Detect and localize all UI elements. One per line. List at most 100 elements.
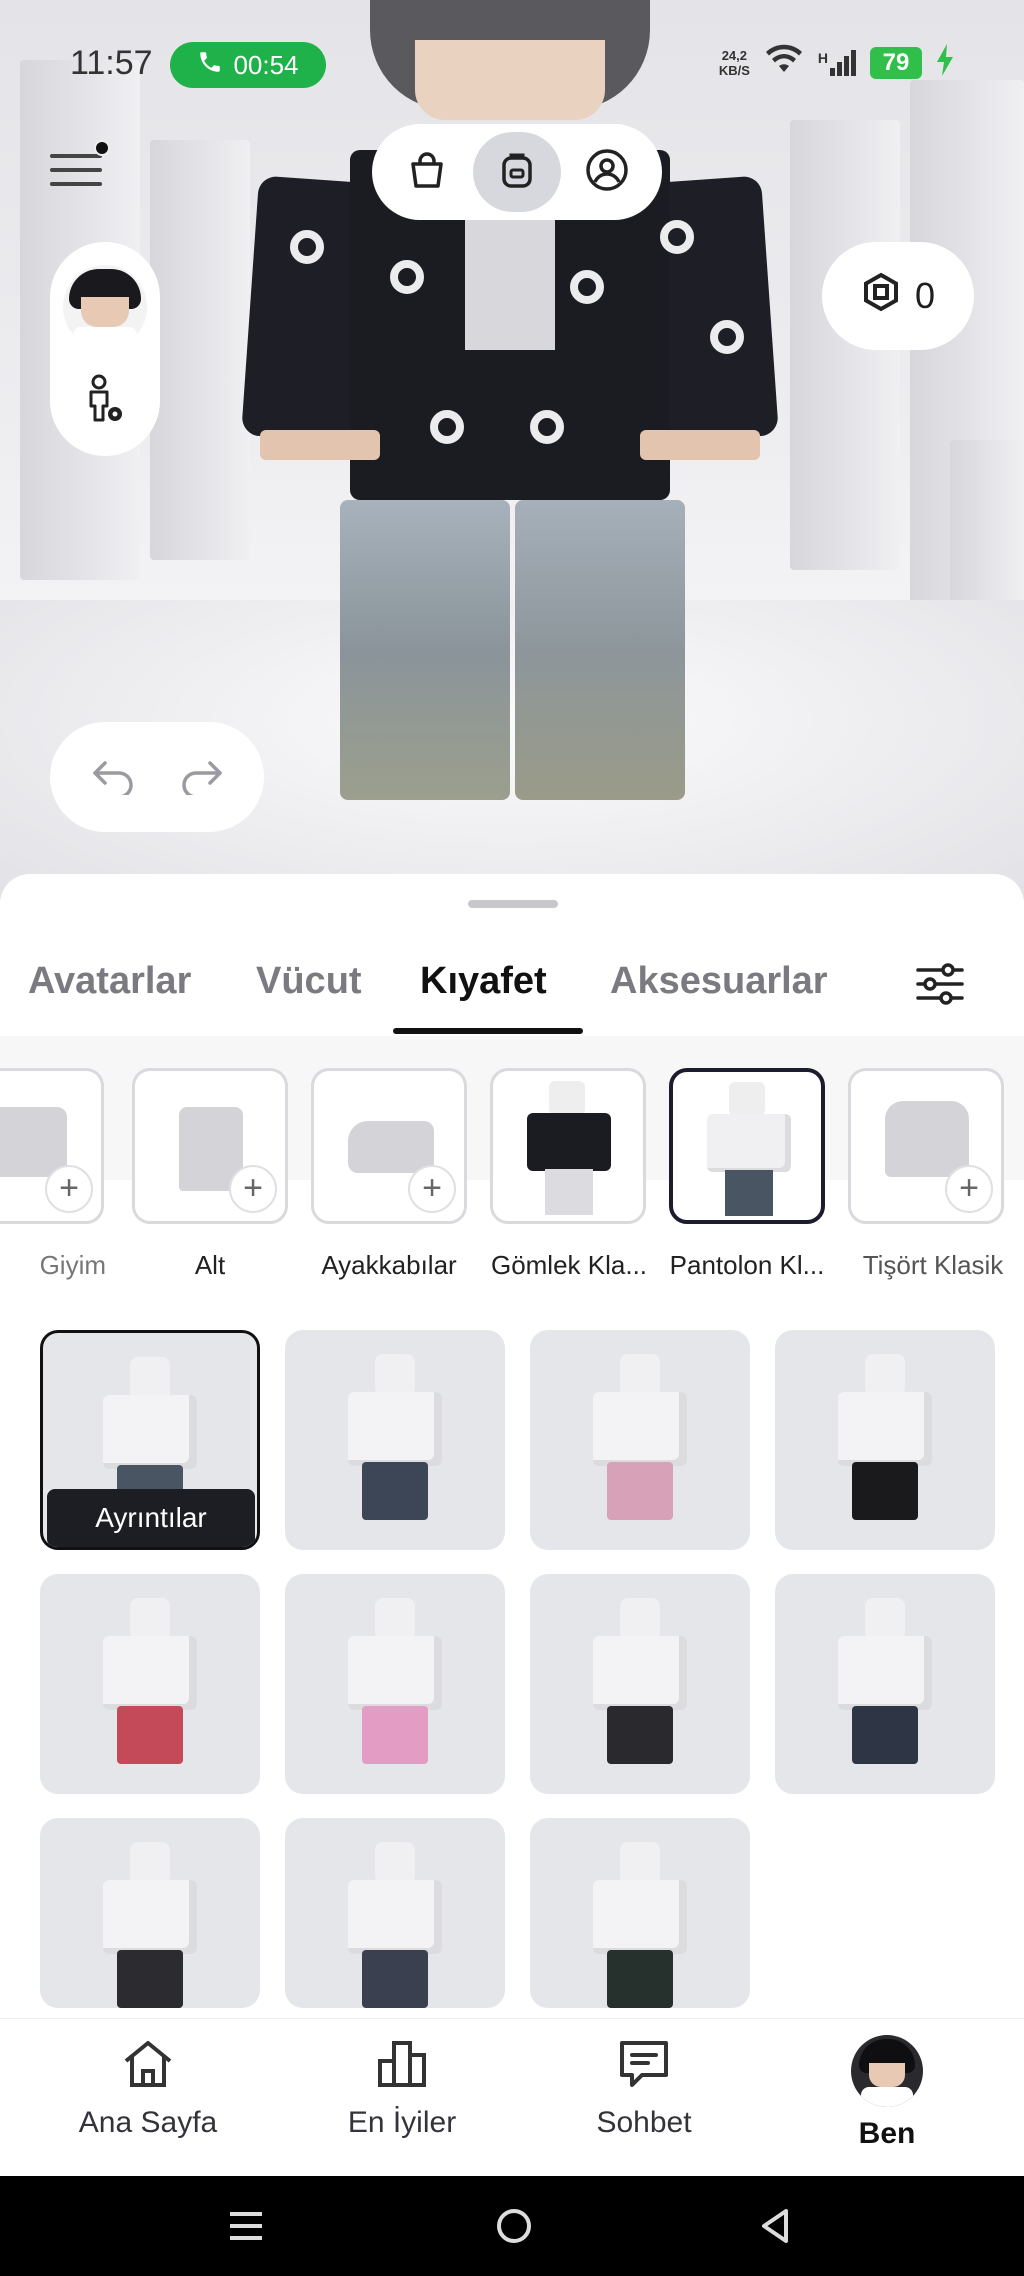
sliders-icon (912, 963, 968, 1016)
outfit-item-thumbnail (330, 1598, 460, 1768)
redo-icon (178, 760, 224, 799)
outfit-item-thumbnail (820, 1354, 950, 1524)
tabs-fade (860, 954, 910, 1024)
outfit-item-card[interactable]: Ayrıntılar (40, 1330, 260, 1550)
cell-signal-icon: H (817, 49, 856, 76)
subcategory-label-pantolon: Pantolon Kl... (669, 1250, 825, 1280)
tab-avatarlar[interactable]: Avatarlar (28, 960, 191, 1003)
outfit-item-card[interactable] (530, 1818, 750, 2008)
bottom-navigation: Ana Sayfa En İyiler Sohbet Ben (0, 2018, 1024, 2176)
undo-redo-controls (50, 722, 264, 832)
outfit-item-card[interactable] (285, 1574, 505, 1794)
plus-icon: + (945, 1165, 993, 1213)
leaderboard-icon (372, 2041, 432, 2095)
subcategory-pantolon-klasik[interactable] (669, 1068, 825, 1224)
avatar-left-leg (340, 500, 510, 800)
network-speed-unit: KB/S (718, 62, 750, 78)
profile-avatar (851, 2035, 923, 2107)
outfit-item-card[interactable] (285, 1330, 505, 1550)
outfit-item-thumbnail (575, 1598, 705, 1768)
redo-button[interactable] (178, 755, 224, 800)
subcategory-label-ayakkabilar: Ayakkabılar (321, 1250, 457, 1280)
shoe-placeholder-icon (348, 1121, 434, 1173)
outfit-item-card[interactable] (775, 1574, 995, 1794)
inventory-button[interactable] (473, 132, 561, 212)
tshirt-placeholder-icon (885, 1101, 969, 1177)
avatar-right-hand (640, 430, 760, 460)
profile-view-button[interactable] (563, 132, 651, 212)
pants-thumb-head (729, 1082, 765, 1116)
menu-icon (50, 154, 102, 158)
outfit-item-card[interactable] (40, 1818, 260, 2008)
plus-icon: + (45, 1165, 93, 1213)
chat-icon (614, 2041, 674, 2095)
jacket-flower-pattern (660, 220, 694, 254)
subcategory-label-alt: Alt (194, 1250, 226, 1280)
outfit-item-card[interactable] (40, 1574, 260, 1794)
plus-icon: + (229, 1165, 277, 1213)
undo-button[interactable] (91, 755, 137, 800)
sheet-grabber[interactable] (468, 900, 558, 908)
system-navigation-bar (0, 2176, 1024, 2276)
nav-chat-label: Sohbet (596, 2106, 692, 2139)
outfit-item-thumbnail (330, 1354, 460, 1524)
recent-apps-button[interactable] (226, 2206, 266, 2251)
nav-leaderboard[interactable]: En İyiler (302, 2035, 502, 2140)
nav-leaderboard-label: En İyiler (347, 2106, 457, 2139)
home-system-button[interactable] (494, 2206, 534, 2251)
back-triangle-icon (756, 2209, 796, 2250)
jacket-flower-pattern (530, 410, 564, 444)
outfit-item-thumbnail (575, 1354, 705, 1524)
subcategory-alt[interactable]: + (132, 1068, 288, 1224)
avatar-left-hand (260, 430, 380, 460)
outfit-item-card[interactable] (775, 1330, 995, 1550)
avatar-right-leg (515, 500, 685, 800)
jacket-flower-pattern (710, 320, 744, 354)
subcategory-tisort-klasik[interactable]: + (848, 1068, 1004, 1224)
avatar-3d-model[interactable] (240, 0, 780, 820)
recent-apps-icon (226, 2212, 266, 2250)
filter-button[interactable] (912, 956, 972, 1016)
notification-dot (94, 140, 110, 156)
outfit-item-thumbnail (330, 1842, 460, 2008)
subcategory-ayakkabilar[interactable]: + (311, 1068, 467, 1224)
subcategory-label-gomlek: Gömlek Kla... (490, 1250, 648, 1280)
status-indicators: 24,2 KB/S H 79 (719, 44, 954, 81)
undo-icon (91, 760, 137, 799)
nav-chat[interactable]: Sohbet (544, 2035, 744, 2140)
avatar-settings-icon (79, 374, 131, 432)
robux-amount: 0 (914, 275, 936, 316)
outfit-item-card[interactable] (285, 1818, 505, 2008)
details-button[interactable]: Ayrıntılar (47, 1489, 255, 1547)
avatar-headshot[interactable] (63, 265, 147, 350)
nav-home-label: Ana Sayfa (78, 2106, 218, 2139)
home-circle-icon (494, 2209, 534, 2250)
shirt-thumb-legs (545, 1169, 593, 1215)
menu-button[interactable] (50, 140, 110, 192)
pants-thumb-body (707, 1114, 791, 1172)
tab-kiyafet[interactable]: Kıyafet (420, 960, 547, 1003)
robux-balance[interactable]: 0 (822, 242, 974, 350)
subcategory-giyim[interactable]: + (0, 1068, 104, 1224)
jacket-flower-pattern (290, 230, 324, 264)
phone-icon (197, 49, 223, 82)
back-system-button[interactable] (756, 2206, 796, 2251)
home-icon (118, 2041, 178, 2095)
avatar-neck (415, 40, 605, 120)
outfit-item-card[interactable] (530, 1330, 750, 1550)
shirt-thumb-body (527, 1113, 611, 1171)
shopping-bag-icon (405, 148, 449, 197)
tab-aksesuarlar[interactable]: Aksesuarlar (610, 960, 828, 1003)
nav-profile[interactable]: Ben (787, 2035, 987, 2151)
shirt-thumb-head (549, 1081, 585, 1115)
tab-vucut[interactable]: Vücut (256, 960, 362, 1003)
outfit-item-card[interactable] (530, 1574, 750, 1794)
editor-mode-switcher (372, 124, 662, 220)
ongoing-call-pill[interactable]: 00:54 (170, 42, 326, 88)
signal-type: H (817, 49, 828, 66)
avatar-settings-button[interactable] (79, 372, 131, 433)
shop-button[interactable] (383, 132, 471, 212)
subcategory-gomlek-klasik[interactable] (490, 1068, 646, 1224)
jacket-flower-pattern (390, 260, 424, 294)
nav-home[interactable]: Ana Sayfa (48, 2035, 248, 2140)
